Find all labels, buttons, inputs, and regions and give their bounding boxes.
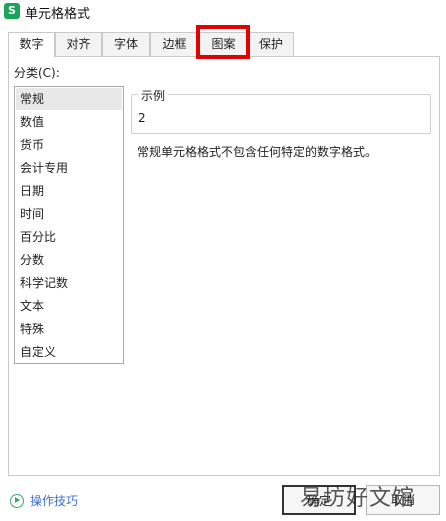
category-item-percentage[interactable]: 百分比 — [16, 226, 122, 248]
ok-button[interactable]: 确定 — [282, 485, 356, 515]
category-item-number[interactable]: 数值 — [16, 111, 122, 133]
category-item-date[interactable]: 日期 — [16, 180, 122, 202]
app-icon: S — [4, 3, 20, 19]
sample-title: 示例 — [138, 87, 169, 104]
category-item-text[interactable]: 文本 — [16, 295, 122, 317]
cancel-button[interactable]: 取消 — [366, 485, 440, 515]
tab-protection[interactable]: 保护 — [248, 32, 294, 56]
title-bar: S 单元格格式 — [0, 0, 446, 22]
category-list[interactable]: 常规 数值 货币 会计专用 日期 时间 百分比 分数 科学记数 文本 特殊 自定… — [14, 86, 124, 364]
tips-link[interactable]: 操作技巧 — [10, 492, 78, 509]
tab-pattern[interactable]: 图案 — [199, 32, 248, 56]
tab-number[interactable]: 数字 — [8, 32, 55, 57]
category-label: 分类(C): — [14, 66, 60, 80]
category-item-fraction[interactable]: 分数 — [16, 249, 122, 271]
tab-font[interactable]: 字体 — [102, 32, 150, 56]
tab-strip: 数字 对齐 字体 边框 图案 保护 — [8, 32, 440, 57]
category-item-scientific[interactable]: 科学记数 — [16, 272, 122, 294]
category-item-currency[interactable]: 货币 — [16, 134, 122, 156]
format-description: 常规单元格格式不包含任何特定的数字格式。 — [137, 145, 378, 159]
sample-box — [131, 94, 431, 134]
category-item-general[interactable]: 常规 — [16, 88, 122, 110]
category-item-special[interactable]: 特殊 — [16, 318, 122, 340]
tab-alignment[interactable]: 对齐 — [55, 32, 102, 56]
category-item-time[interactable]: 时间 — [16, 203, 122, 225]
tab-border[interactable]: 边框 — [150, 32, 199, 56]
category-item-accounting[interactable]: 会计专用 — [16, 157, 122, 179]
tips-label: 操作技巧 — [30, 494, 79, 508]
window-title: 单元格格式 — [25, 7, 91, 22]
sample-value: 2 — [138, 111, 146, 125]
category-item-custom[interactable]: 自定义 — [16, 341, 122, 363]
play-circle-icon — [10, 493, 24, 508]
